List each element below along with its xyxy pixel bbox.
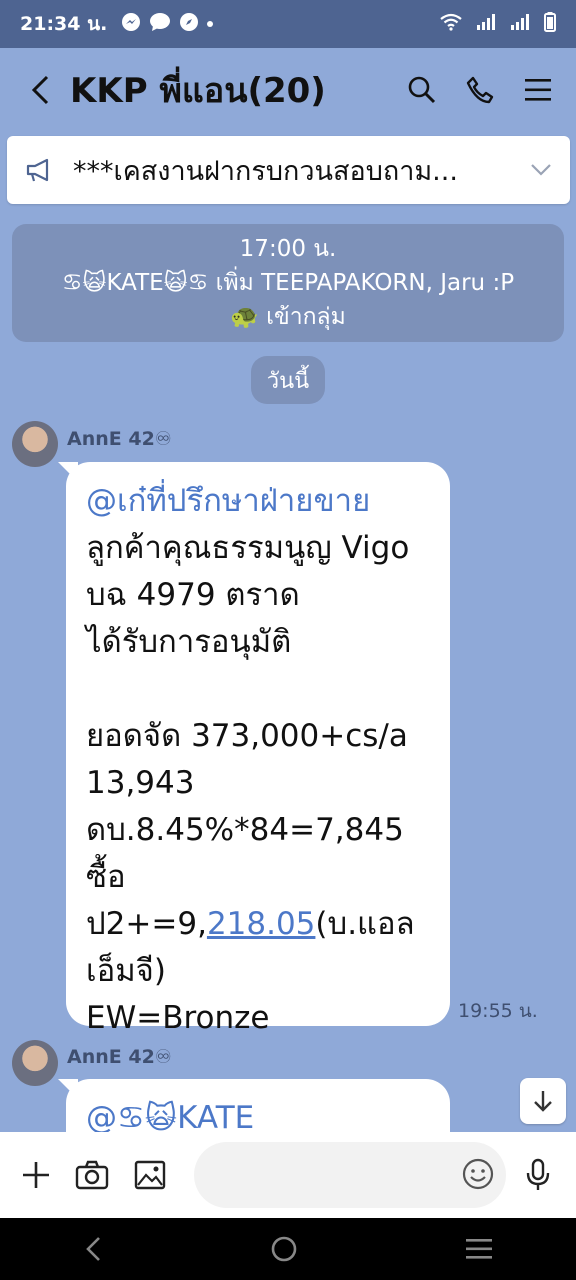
mention-text[interactable]: @เก๋ที่ปรึกษาฝ่ายขาย [86,478,430,525]
megaphone-icon [26,158,49,182]
message-line: ซื้อ [86,859,126,895]
sender-name: AnnE 42♾ [67,1046,172,1068]
chat-title: KKP พี่แอน(20) [70,71,326,111]
sender-name: AnnE 42♾ [67,428,172,450]
message-line-with-link: ป2+=9,218.05(บ.แอล [86,901,430,948]
add-button[interactable] [18,1157,54,1193]
status-time: 21:34 น. [20,13,108,35]
scroll-to-bottom-button[interactable] [520,1078,566,1124]
gallery-button[interactable] [132,1157,168,1193]
phone-icon [466,76,494,104]
message-line: ลูกค้าคุณธรรมนูญ Vigo [86,530,410,566]
chat-notification-icon [149,12,171,37]
camera-icon [75,1160,109,1190]
avatar[interactable] [12,1040,58,1086]
compass-icon [179,12,199,37]
notification-icons [121,12,214,37]
wifi-icon [440,12,462,36]
message-line-blank [86,666,430,713]
battery-icon [544,11,556,37]
hamburger-icon [525,79,551,101]
system-message-line2: 🐢 เข้ากลุ่ม [230,304,346,330]
emoji-icon[interactable] [462,1158,494,1190]
message-input-bar [0,1132,576,1218]
chevron-down-icon[interactable] [530,163,552,177]
system-icons [440,11,556,37]
search-icon [408,76,436,104]
link-suffix: (บ.แอล [315,906,415,942]
message-line: 13,943 [86,765,195,801]
message-timestamp: 19:55 น. [458,1000,538,1022]
signal-icon-2 [510,12,530,36]
voice-button[interactable] [520,1157,556,1193]
image-icon [134,1160,166,1190]
recents-nav-icon[interactable] [465,1237,493,1261]
call-button[interactable] [462,72,498,108]
system-navigation-bar [0,1218,576,1280]
message-bubble[interactable]: @เก๋ที่ปรึกษาฝ่ายขาย ลูกค้าคุณธรรมนูญ Vi… [66,462,450,1036]
message-line: บฉ 4979 ตราด [86,577,300,613]
message-line: EW=Bronze [86,1000,270,1036]
system-message: 17:00 น. ♋🙀KATE🙀♋ เพิ่ม TEEPAPAKORN, Jar… [12,224,564,342]
signal-icon [476,12,496,36]
plus-icon [23,1162,49,1188]
camera-button[interactable] [74,1157,110,1193]
message-line: เอ็มจี) [86,953,166,989]
home-nav-icon[interactable] [269,1234,299,1264]
menu-button[interactable] [520,72,556,108]
arrow-down-icon [534,1091,552,1112]
status-bar: 21:34 น. [0,0,576,48]
message-input[interactable] [194,1142,506,1208]
header-actions [404,72,556,108]
system-message-time: 17:00 น. [239,236,337,262]
microphone-icon [526,1158,550,1190]
avatar[interactable] [12,421,58,467]
message-line: ดบ.8.45%*84=7,845 [86,812,404,848]
message-line: ได้รับการอนุมัติ [86,624,292,660]
more-notifications-dot [207,21,214,27]
announcement-banner[interactable]: ***เคสงานฝากรบกวนสอบถาม... [7,136,570,204]
system-message-line1: ♋🙀KATE🙀♋ เพิ่ม TEEPAPAKORN, Jaru :P [61,270,515,296]
back-button[interactable] [20,70,60,110]
message-line: ยอดจัด 373,000+cs/a [86,718,408,754]
announcement-text: ***เคสงานฝากรบกวนสอบถาม... [73,155,458,187]
back-nav-icon[interactable] [83,1235,103,1263]
number-link[interactable]: 218.05 [207,906,315,942]
chevron-left-icon [31,75,49,105]
date-separator: วันนี้ [251,356,325,404]
link-prefix: ป2+=9, [86,906,207,942]
messenger-icon [121,12,141,37]
search-button[interactable] [404,72,440,108]
chat-header: KKP พี่แอน(20) [0,48,576,132]
